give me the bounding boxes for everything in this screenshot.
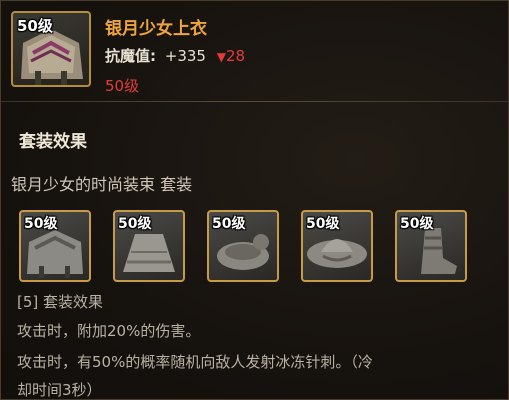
set-effect-header: [5] 套装效果: [17, 293, 104, 311]
divider: [1, 101, 509, 102]
set-piece-level-tag: 50级: [118, 216, 152, 232]
set-piece-belt[interactable]: 50级: [207, 210, 279, 282]
set-piece-level-tag: 50级: [306, 216, 340, 232]
set-piece-level-tag: 50级: [24, 216, 58, 232]
stat-label: 抗魔值:: [105, 47, 156, 65]
required-level: 50级: [105, 77, 140, 95]
set-piece-level-tag: 50级: [400, 216, 434, 232]
set-piece-hat[interactable]: 50级: [301, 210, 373, 282]
magic-resist-stat: 抗魔值: +335 ▼28: [105, 45, 245, 66]
set-effect-line: 攻击时，有50%的概率随机向敌人发射冰冻针刺。（冷: [17, 353, 373, 371]
set-name: 银月少女的时尚装束 套装: [11, 175, 193, 194]
stat-decrease-value: 28: [226, 47, 246, 65]
set-effect-line: 却时间3秒）: [17, 381, 102, 399]
decrease-arrow-icon: ▼: [216, 50, 226, 64]
set-piece-level-tag: 50级: [212, 216, 246, 232]
item-icon[interactable]: 50级: [11, 11, 91, 87]
stat-value: +335: [164, 47, 206, 65]
set-section-title: 套装效果: [19, 132, 87, 152]
item-level-tag: 50级: [17, 17, 53, 35]
set-piece-top[interactable]: 50级: [19, 210, 91, 282]
set-effect-line: 攻击时，附加20%的伤害。: [17, 322, 201, 340]
item-name: 银月少女上衣: [105, 19, 207, 39]
set-piece-boots[interactable]: 50级: [395, 210, 467, 282]
item-tooltip: 50级 银月少女上衣 抗魔值: +335 ▼28 50级 套装效果 银月少女的时…: [0, 0, 509, 400]
set-piece-skirt[interactable]: 50级: [113, 210, 185, 282]
